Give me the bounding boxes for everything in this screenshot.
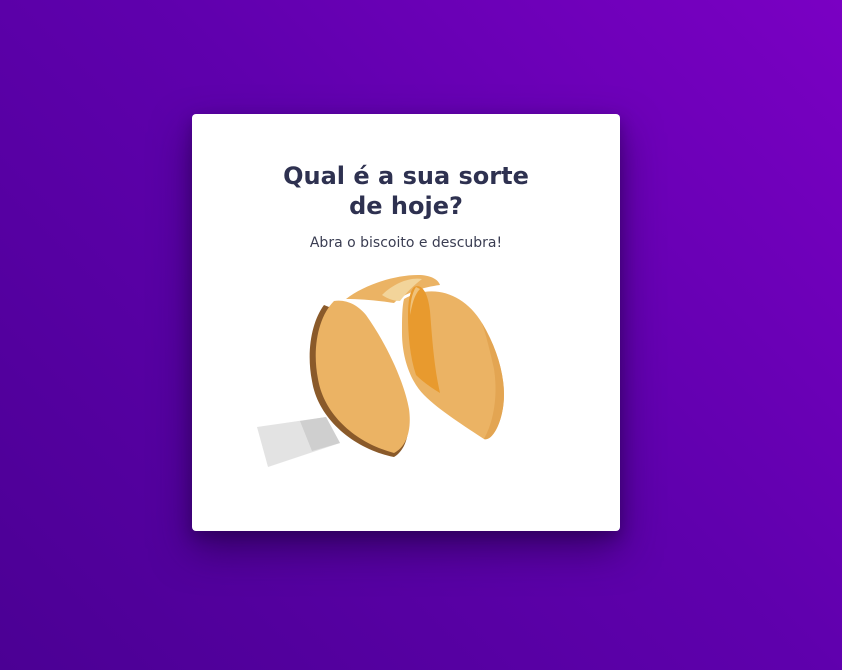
card-subtitle: Abra o biscoito e descubra! [309, 235, 503, 251]
fortune-cookie-icon[interactable] [254, 271, 514, 471]
card-title: Qual é a sua sorte de hoje? [283, 162, 529, 220]
fortune-card: Qual é a sua sorte de hoje? Abra o bisco… [192, 114, 620, 531]
